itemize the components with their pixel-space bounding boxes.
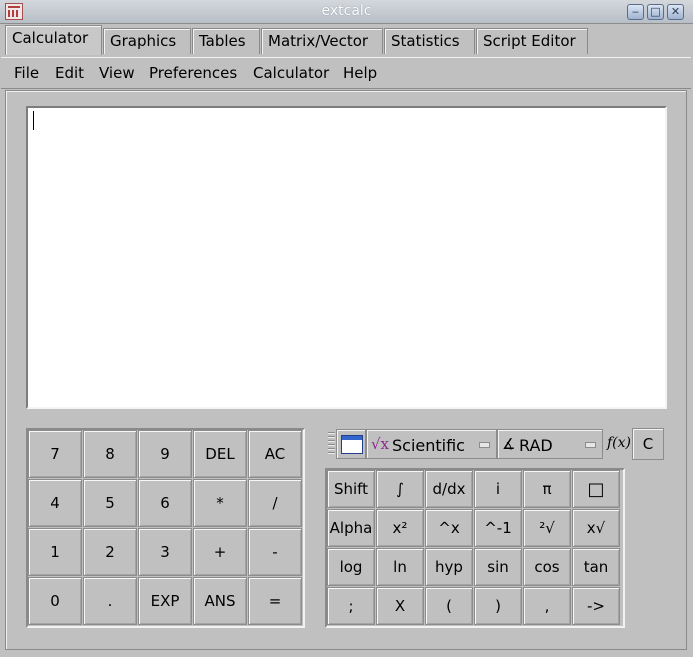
- key-sin[interactable]: sin: [474, 548, 522, 586]
- key-semicolon[interactable]: ;: [327, 587, 375, 625]
- calculator-display[interactable]: [26, 106, 667, 409]
- scientific-keypad: Shift ∫ d/dx i π □ Alpha x² ^x ^-1 ²√ x√…: [325, 468, 625, 628]
- key-decimal-point[interactable]: .: [83, 577, 137, 625]
- key-comma[interactable]: ,: [523, 587, 571, 625]
- menu-file[interactable]: File: [14, 64, 39, 82]
- menu-view[interactable]: View: [99, 64, 135, 82]
- key-ans[interactable]: ANS: [193, 577, 247, 625]
- tab-statistics[interactable]: Statistics: [384, 28, 475, 54]
- chevron-down-icon: [585, 442, 596, 448]
- key-minus[interactable]: -: [248, 528, 302, 576]
- key-power[interactable]: ^x: [425, 509, 473, 547]
- key-variable-x[interactable]: X: [376, 587, 424, 625]
- text-cursor: [33, 111, 34, 130]
- key-shift[interactable]: Shift: [327, 470, 375, 508]
- menu-calculator[interactable]: Calculator: [253, 64, 329, 82]
- menu-preferences[interactable]: Preferences: [149, 64, 237, 82]
- key-4[interactable]: 4: [28, 479, 82, 527]
- key-derivative[interactable]: d/dx: [425, 470, 473, 508]
- key-1[interactable]: 1: [28, 528, 82, 576]
- key-x-squared[interactable]: x²: [376, 509, 424, 547]
- key-3[interactable]: 3: [138, 528, 192, 576]
- key-x-root[interactable]: x√: [572, 509, 620, 547]
- key-exp[interactable]: EXP: [138, 577, 192, 625]
- sqrt-x-icon: √x: [371, 435, 390, 453]
- maximize-icon: □: [650, 5, 661, 18]
- key-inverse[interactable]: ^-1: [474, 509, 522, 547]
- title-bar: extcalc ‒ □ ✕: [0, 0, 693, 24]
- angle-icon: ∡: [502, 435, 516, 453]
- key-2[interactable]: 2: [83, 528, 137, 576]
- menu-help[interactable]: Help: [343, 64, 377, 82]
- key-divide[interactable]: /: [248, 479, 302, 527]
- key-square-symbol[interactable]: □: [572, 470, 620, 508]
- window-icon: [341, 435, 363, 454]
- key-multiply[interactable]: *: [193, 479, 247, 527]
- close-icon: ✕: [670, 5, 681, 18]
- key-9[interactable]: 9: [138, 430, 192, 478]
- key-0[interactable]: 0: [28, 577, 82, 625]
- key-alpha[interactable]: Alpha: [327, 509, 375, 547]
- key-integral[interactable]: ∫: [376, 470, 424, 508]
- maximize-button[interactable]: □: [647, 4, 664, 20]
- toolbar-grip-handle[interactable]: [328, 432, 335, 456]
- key-pi[interactable]: π: [523, 470, 571, 508]
- key-del[interactable]: DEL: [193, 430, 247, 478]
- tab-graphics[interactable]: Graphics: [103, 28, 191, 54]
- key-square-root[interactable]: ²√: [523, 509, 571, 547]
- window-title: extcalc: [321, 3, 372, 19]
- key-imaginary[interactable]: i: [474, 470, 522, 508]
- clear-button[interactable]: C: [632, 428, 664, 460]
- function-label[interactable]: f(x): [607, 435, 631, 451]
- window-mode-button[interactable]: [336, 429, 366, 459]
- angle-unit-value: RAD: [519, 436, 553, 455]
- tab-matrix-vector[interactable]: Matrix/Vector: [261, 28, 383, 54]
- key-hyp[interactable]: hyp: [425, 548, 473, 586]
- mode-select-value: Scientific: [392, 436, 465, 455]
- key-ln[interactable]: ln: [376, 548, 424, 586]
- chevron-down-icon: [479, 442, 490, 448]
- key-open-paren[interactable]: (: [425, 587, 473, 625]
- key-tan[interactable]: tan: [572, 548, 620, 586]
- key-8[interactable]: 8: [83, 430, 137, 478]
- key-6[interactable]: 6: [138, 479, 192, 527]
- key-close-paren[interactable]: ): [474, 587, 522, 625]
- tab-bar: Calculator Graphics Tables Matrix/Vector…: [0, 24, 693, 55]
- key-5[interactable]: 5: [83, 479, 137, 527]
- menu-bar: File Edit View Preferences Calculator He…: [1, 57, 691, 89]
- key-7[interactable]: 7: [28, 430, 82, 478]
- key-log[interactable]: log: [327, 548, 375, 586]
- key-plus[interactable]: +: [193, 528, 247, 576]
- angle-unit-select[interactable]: ∡ RAD: [497, 429, 603, 459]
- number-keypad: 7 8 9 DEL AC 4 5 6 * / 1 2 3 + - 0 . EXP…: [26, 428, 305, 628]
- minimize-button[interactable]: ‒: [627, 4, 644, 20]
- close-button[interactable]: ✕: [667, 4, 684, 20]
- tab-tables[interactable]: Tables: [192, 28, 260, 54]
- key-cos[interactable]: cos: [523, 548, 571, 586]
- tab-calculator[interactable]: Calculator: [5, 25, 102, 55]
- key-arrow[interactable]: ->: [572, 587, 620, 625]
- minimize-icon: ‒: [632, 5, 639, 18]
- tab-script-editor[interactable]: Script Editor: [476, 28, 588, 54]
- key-equals[interactable]: =: [248, 577, 302, 625]
- menu-edit[interactable]: Edit: [55, 64, 84, 82]
- key-ac[interactable]: AC: [248, 430, 302, 478]
- mode-select[interactable]: √x Scientific: [366, 429, 497, 459]
